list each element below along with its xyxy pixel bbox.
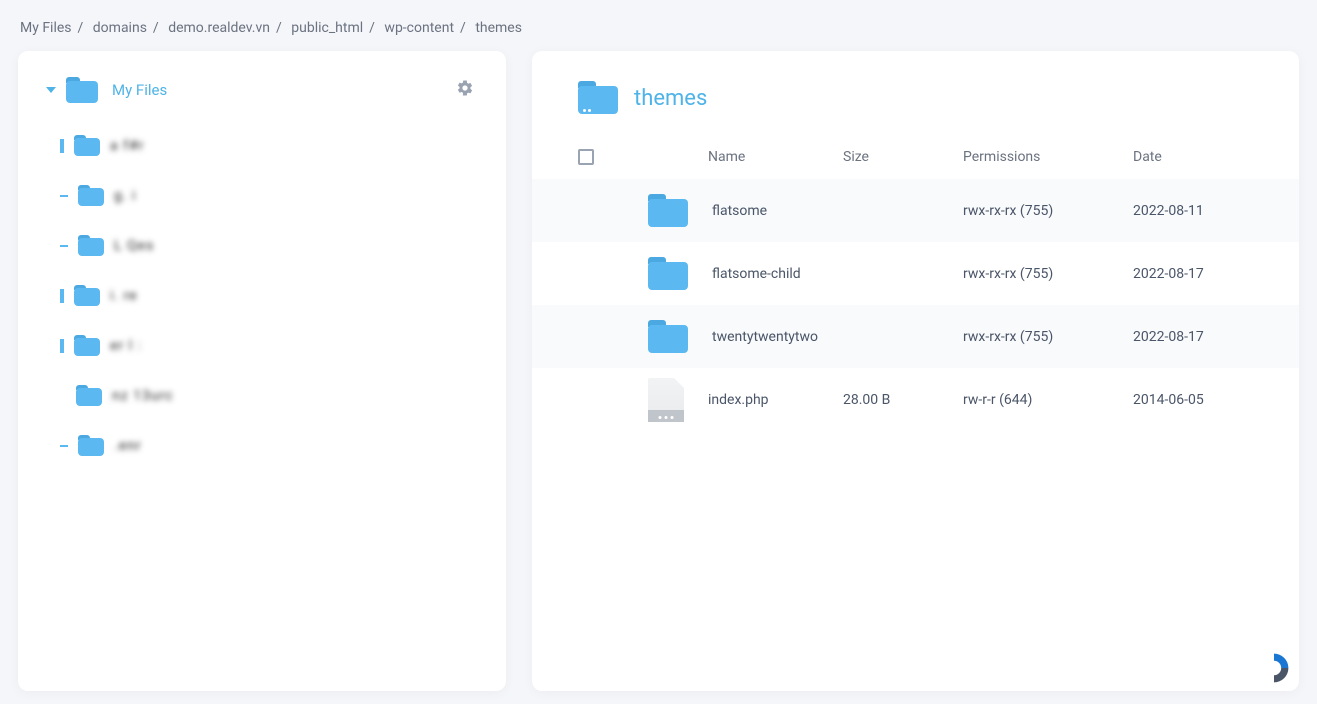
main-panel: themes Name Size Permissions Date flatso… bbox=[532, 51, 1299, 691]
table-row[interactable]: twentytwentytwo rwx-rx-rx (755) 2022-08-… bbox=[532, 305, 1299, 368]
tree-item-label: g. i bbox=[114, 188, 136, 204]
col-name[interactable]: Name bbox=[648, 149, 843, 165]
select-all-checkbox[interactable] bbox=[578, 149, 594, 165]
tree-item-label: .enr bbox=[114, 438, 142, 454]
table-header: Name Size Permissions Date bbox=[532, 135, 1299, 179]
folder-icon bbox=[76, 385, 102, 407]
expand-marker-icon bbox=[60, 195, 68, 197]
table-body: flatsome rwx-rx-rx (755) 2022-08-11 flat… bbox=[532, 179, 1299, 431]
folder-icon bbox=[78, 185, 104, 207]
breadcrumb-item[interactable]: public_html bbox=[291, 20, 363, 36]
folder-icon bbox=[66, 77, 98, 103]
folder-icon bbox=[78, 235, 104, 257]
tree-root-label: My Files bbox=[112, 81, 167, 99]
folder-icon bbox=[74, 335, 100, 357]
folder-icon bbox=[78, 435, 104, 457]
row-size: 28.00 B bbox=[843, 392, 963, 408]
folder-title: themes bbox=[634, 86, 707, 111]
expand-marker-icon bbox=[60, 139, 64, 153]
folder-icon bbox=[74, 135, 100, 157]
row-name: twentytwentytwo bbox=[712, 329, 818, 345]
breadcrumb-item[interactable]: demo.realdev.vn bbox=[168, 20, 270, 36]
expand-marker-icon bbox=[60, 245, 68, 247]
gear-icon[interactable] bbox=[456, 79, 474, 101]
row-permissions: rwx-rx-rx (755) bbox=[963, 329, 1133, 345]
row-name: flatsome bbox=[712, 203, 767, 219]
file-icon bbox=[648, 378, 684, 422]
tree-item-label: nz 13urc bbox=[112, 388, 174, 404]
breadcrumb-item[interactable]: wp-content bbox=[384, 20, 454, 36]
expand-marker-icon bbox=[60, 339, 64, 353]
tree-item-label: i. re bbox=[110, 288, 138, 304]
tree-item[interactable]: a f#r bbox=[34, 121, 490, 171]
col-permissions[interactable]: Permissions bbox=[963, 149, 1133, 165]
table-row[interactable]: flatsome-child rwx-rx-rx (755) 2022-08-1… bbox=[532, 242, 1299, 305]
tree-item[interactable]: .enr bbox=[34, 421, 490, 471]
row-permissions: rwx-rx-rx (755) bbox=[963, 203, 1133, 219]
folder-icon bbox=[74, 285, 100, 307]
breadcrumb-item[interactable]: themes bbox=[475, 20, 522, 36]
tree-root[interactable]: My Files bbox=[34, 71, 490, 109]
caret-down-icon bbox=[46, 87, 56, 93]
tree-list: a f#r g. i L Qes i. re er l : bbox=[34, 121, 490, 471]
breadcrumb: My Files/ domains/ demo.realdev.vn/ publ… bbox=[0, 0, 1317, 51]
tree-item-label: er l : bbox=[110, 338, 142, 354]
folder-icon bbox=[648, 320, 688, 354]
folder-icon bbox=[648, 257, 688, 291]
breadcrumb-item[interactable]: My Files bbox=[20, 20, 72, 36]
folder-up-icon[interactable] bbox=[578, 81, 618, 115]
table-row[interactable]: index.php 28.00 B rw-r-r (644) 2014-06-0… bbox=[532, 368, 1299, 431]
tree-item-label: a f#r bbox=[110, 138, 144, 154]
breadcrumb-item[interactable]: domains bbox=[93, 20, 147, 36]
expand-marker-icon bbox=[60, 445, 68, 447]
row-name: flatsome-child bbox=[712, 266, 801, 282]
expand-marker-icon bbox=[60, 289, 64, 303]
tree-item[interactable]: er l : bbox=[34, 321, 490, 371]
col-date[interactable]: Date bbox=[1133, 149, 1253, 165]
row-name: index.php bbox=[708, 392, 769, 408]
row-permissions: rwx-rx-rx (755) bbox=[963, 266, 1133, 282]
row-date: 2022-08-17 bbox=[1133, 266, 1253, 282]
row-date: 2014-06-05 bbox=[1133, 392, 1253, 408]
row-date: 2022-08-17 bbox=[1133, 329, 1253, 345]
tree-item-label: L Qes bbox=[114, 238, 154, 254]
tree-item[interactable]: i. re bbox=[34, 271, 490, 321]
col-size[interactable]: Size bbox=[843, 149, 963, 165]
row-date: 2022-08-11 bbox=[1133, 203, 1253, 219]
folder-icon bbox=[648, 194, 688, 228]
tree-item[interactable]: g. i bbox=[34, 171, 490, 221]
sidebar-panel: My Files a f#r g. i L Qes bbox=[18, 51, 506, 691]
tree-item[interactable]: nz 13urc bbox=[34, 371, 490, 421]
recaptcha-badge[interactable] bbox=[1256, 650, 1292, 686]
table-row[interactable]: flatsome rwx-rx-rx (755) 2022-08-11 bbox=[532, 179, 1299, 242]
row-permissions: rw-r-r (644) bbox=[963, 392, 1133, 408]
tree-item[interactable]: L Qes bbox=[34, 221, 490, 271]
